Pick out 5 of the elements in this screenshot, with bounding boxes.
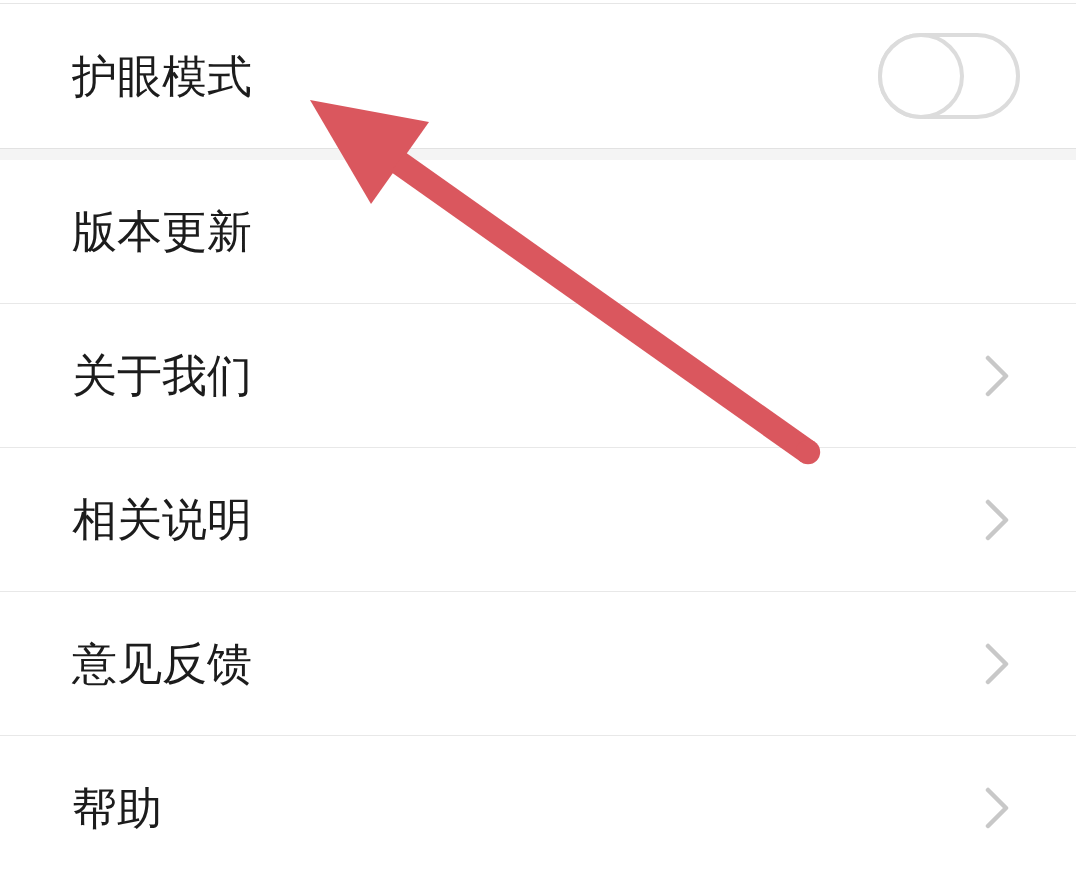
setting-label: 护眼模式: [72, 53, 252, 99]
chevron-right-icon: [985, 787, 1009, 829]
chevron-right-icon: [985, 498, 1009, 541]
chevron-right-icon: [985, 642, 1009, 685]
chevron-right-icon: [985, 354, 1009, 397]
